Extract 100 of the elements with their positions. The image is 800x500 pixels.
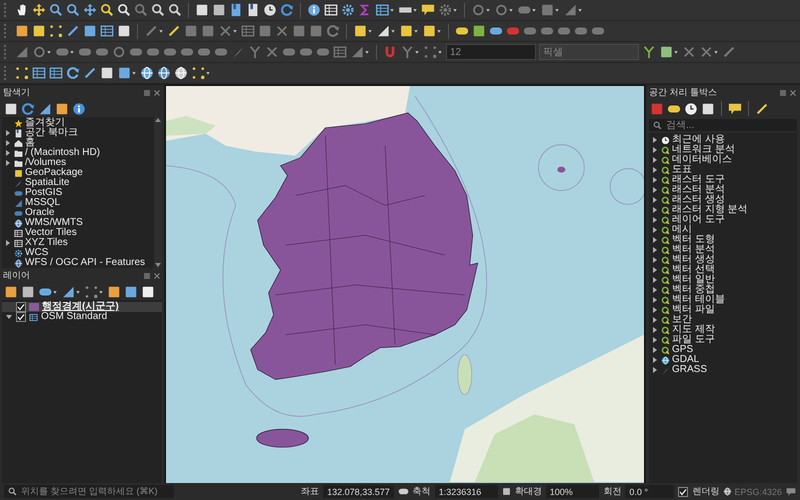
rectangle-icon[interactable] (540, 3, 560, 17)
toolbox-item[interactable]: GPS (672, 345, 694, 355)
zoom-full-icon[interactable] (83, 3, 97, 17)
toolbox-item[interactable]: GDAL (672, 355, 700, 365)
settings-icon[interactable] (341, 3, 355, 17)
table-icon[interactable] (241, 24, 255, 38)
circle-icon[interactable] (494, 3, 514, 17)
zoom-last-icon[interactable] (151, 3, 165, 17)
points-add-icon[interactable] (15, 66, 29, 80)
expand-arrow-icon[interactable] (651, 336, 659, 344)
speech-bubble-icon[interactable] (421, 3, 435, 17)
layer-row[interactable]: 행정경계(시군구) (2, 302, 162, 312)
globe-icon[interactable] (140, 66, 154, 80)
render-checkbox[interactable] (678, 486, 688, 496)
triangle-icon[interactable] (376, 24, 396, 38)
browser-item[interactable]: WCS (25, 248, 48, 258)
browser-item[interactable]: 공간 북마크 (25, 128, 78, 138)
filter-icon[interactable] (61, 284, 81, 298)
globe-icon[interactable] (174, 66, 188, 80)
scroll-down-icon[interactable] (155, 262, 161, 268)
toolbox-item[interactable]: 래스터 분석 (672, 185, 725, 195)
expand-arrow-icon[interactable] (4, 149, 12, 157)
document-icon[interactable] (117, 24, 131, 38)
expand-arrow-icon[interactable] (651, 346, 659, 354)
coordinate-field[interactable]: 132.078,33.577 (323, 485, 394, 498)
toolbox-item[interactable]: 래스터 도구 (672, 175, 725, 185)
layer-row[interactable]: OSM Standard (2, 312, 162, 322)
toolbox-item[interactable]: 파일 도구 (672, 335, 715, 345)
toolbox-item[interactable]: 데이터베이스 (672, 155, 732, 165)
expand-arrow-icon[interactable] (651, 326, 659, 334)
browser-item[interactable]: /Volumes (25, 158, 66, 168)
checkbox[interactable] (16, 312, 26, 322)
toolbox-item[interactable]: 벡터 선택 (672, 265, 715, 275)
float-icon[interactable] (143, 272, 151, 280)
browser-item[interactable]: / (Macintosh HD) (25, 148, 100, 158)
browser-item[interactable]: 홈 (25, 138, 35, 148)
expand-arrow-icon[interactable] (651, 136, 659, 144)
float-icon[interactable] (143, 88, 151, 96)
expand-arrow-icon[interactable] (651, 256, 659, 264)
pencil-icon[interactable] (167, 24, 181, 38)
map-drawing[interactable] (166, 86, 644, 482)
zoom-next-icon[interactable] (168, 3, 182, 17)
refresh-icon[interactable] (280, 3, 294, 17)
expand-arrow-icon[interactable] (651, 306, 659, 314)
rotation-field[interactable]: 0.0 ° (625, 485, 674, 498)
toolbox-item[interactable]: 벡터 테이블 (672, 295, 725, 305)
expand-arrow-icon[interactable] (651, 276, 659, 284)
points-icon[interactable] (191, 66, 211, 80)
magnet-icon[interactable] (383, 45, 397, 59)
expand-arrow-icon[interactable] (651, 266, 659, 274)
document-icon[interactable] (701, 102, 715, 116)
clock-icon[interactable] (684, 102, 698, 116)
browser-item[interactable]: Vector Tiles (25, 228, 77, 238)
scrollbar[interactable] (154, 117, 162, 268)
expand-arrow-icon[interactable] (651, 246, 659, 254)
locator-field[interactable]: 위치를 찾으려면 입력하세요 (⌘K) (4, 485, 174, 498)
toolbox-item[interactable]: 벡터 생성 (672, 255, 715, 265)
toolbox-item[interactable]: 래스터 생성 (672, 195, 725, 205)
expand-arrow-icon[interactable] (651, 216, 659, 224)
expand-arrow-icon[interactable] (651, 156, 659, 164)
expand-arrow-icon[interactable] (651, 186, 659, 194)
expand-arrow-icon[interactable] (651, 146, 659, 154)
browser-item[interactable]: SpatiaLite (25, 178, 70, 188)
browser-item[interactable]: GeoPackage (25, 168, 83, 178)
float-icon[interactable] (779, 88, 787, 96)
snapping-tolerance-field[interactable]: 12 (446, 44, 536, 60)
toolbox-item[interactable]: 래스터 지형 분석 (672, 205, 748, 215)
toolbox-item[interactable]: 최근에 사용 (672, 135, 725, 145)
table-icon[interactable] (375, 3, 395, 17)
ring-icon[interactable] (112, 45, 126, 59)
scale-dropdown[interactable]: 1:3236316 (434, 485, 498, 498)
y-icon[interactable] (642, 45, 656, 59)
refresh-icon[interactable] (21, 102, 35, 116)
identify-icon[interactable] (307, 3, 321, 17)
checkbox[interactable] (16, 302, 26, 312)
pen-icon[interactable] (83, 66, 97, 80)
magnifier-field[interactable]: 100% (546, 485, 600, 498)
expand-arrow-icon[interactable] (651, 206, 659, 214)
expand-arrow-icon[interactable] (4, 129, 12, 137)
toolbox-item[interactable]: 벡터 도형 (672, 235, 715, 245)
document-icon[interactable] (100, 66, 114, 80)
expand-arrow-icon[interactable] (4, 139, 12, 147)
toolbox-item[interactable]: 벡터 분석 (672, 245, 715, 255)
toolbox-item[interactable]: 보간 (672, 315, 692, 325)
grid-icon[interactable] (100, 24, 114, 38)
globe-icon[interactable] (157, 66, 171, 80)
polygon-icon[interactable] (563, 3, 583, 17)
expand-arrow-icon[interactable] (4, 159, 12, 167)
x-icon[interactable] (682, 45, 696, 59)
points-icon[interactable] (84, 284, 104, 298)
zoom-in-icon[interactable] (49, 3, 63, 17)
move-icon[interactable] (32, 3, 46, 17)
points-icon[interactable] (49, 24, 63, 38)
toolbox-item[interactable]: 지도 제작 (672, 325, 715, 335)
x-icon[interactable] (699, 45, 719, 59)
close-icon[interactable] (153, 88, 161, 96)
zoom-out-icon[interactable] (66, 3, 80, 17)
expand-arrow-icon[interactable] (651, 356, 659, 364)
bookmark-icon[interactable] (229, 3, 243, 17)
expand-arrow-icon[interactable] (4, 239, 12, 247)
